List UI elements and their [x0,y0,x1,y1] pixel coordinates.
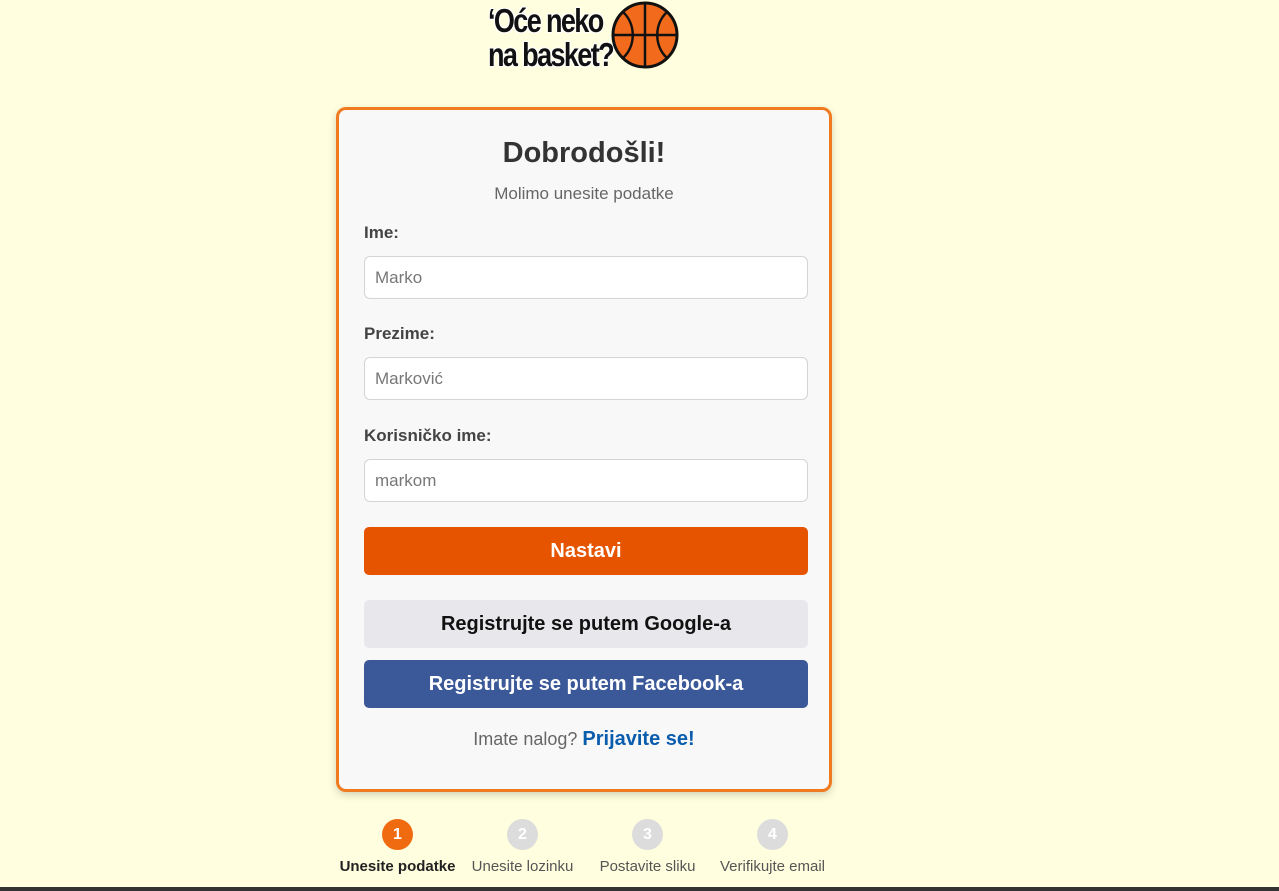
continue-button[interactable]: Nastavi [364,527,808,575]
first-name-label: Ime: [364,223,399,242]
step-2-number: 2 [507,819,538,850]
step-3-number: 3 [632,819,663,850]
login-prompt-text: Imate nalog? [473,729,578,749]
step-1-label: Unesite podatke [339,858,456,875]
login-link[interactable]: Prijavite se! [582,728,694,750]
step-4-label: Verifikujte email [719,858,826,875]
login-prompt-row: Imate nalog? Prijavite se! [339,728,829,751]
step-2-label: Unesite lozinku [471,858,574,875]
logo-wordmark: ‘Oće neko na basket? [488,2,615,73]
basketball-icon [611,1,679,69]
step-4: 4 Verifikujte email [710,819,835,875]
window-bottom-edge [0,887,1279,891]
registration-steps: 1 Unesite podatke 2 Unesite lozinku 3 Po… [335,819,835,879]
page-subtitle: Molimo unesite podatke [494,184,674,203]
app-logo[interactable]: ‘Oće neko na basket? [486,0,686,78]
logo-line-1: ‘Oće neko [488,2,604,39]
registration-card: Dobrodošli! Molimo unesite podatke Ime: … [336,107,832,792]
google-register-button[interactable]: Registrujte se putem Google-a [364,600,808,648]
page-title: Dobrodošli! [502,137,666,169]
username-input[interactable] [364,459,808,502]
step-1: 1 Unesite podatke [335,819,460,875]
last-name-label: Prezime: [364,324,435,343]
first-name-input[interactable] [364,256,808,299]
step-1-number: 1 [382,819,413,850]
step-2: 2 Unesite lozinku [460,819,585,875]
logo-line-2: na basket? [488,36,615,73]
username-label: Korisničko ime: [364,426,492,445]
last-name-input[interactable] [364,357,808,400]
step-3-label: Postavite sliku [599,858,696,875]
step-3: 3 Postavite sliku [585,819,710,875]
facebook-register-button[interactable]: Registrujte se putem Facebook-a [364,660,808,708]
step-4-number: 4 [757,819,788,850]
